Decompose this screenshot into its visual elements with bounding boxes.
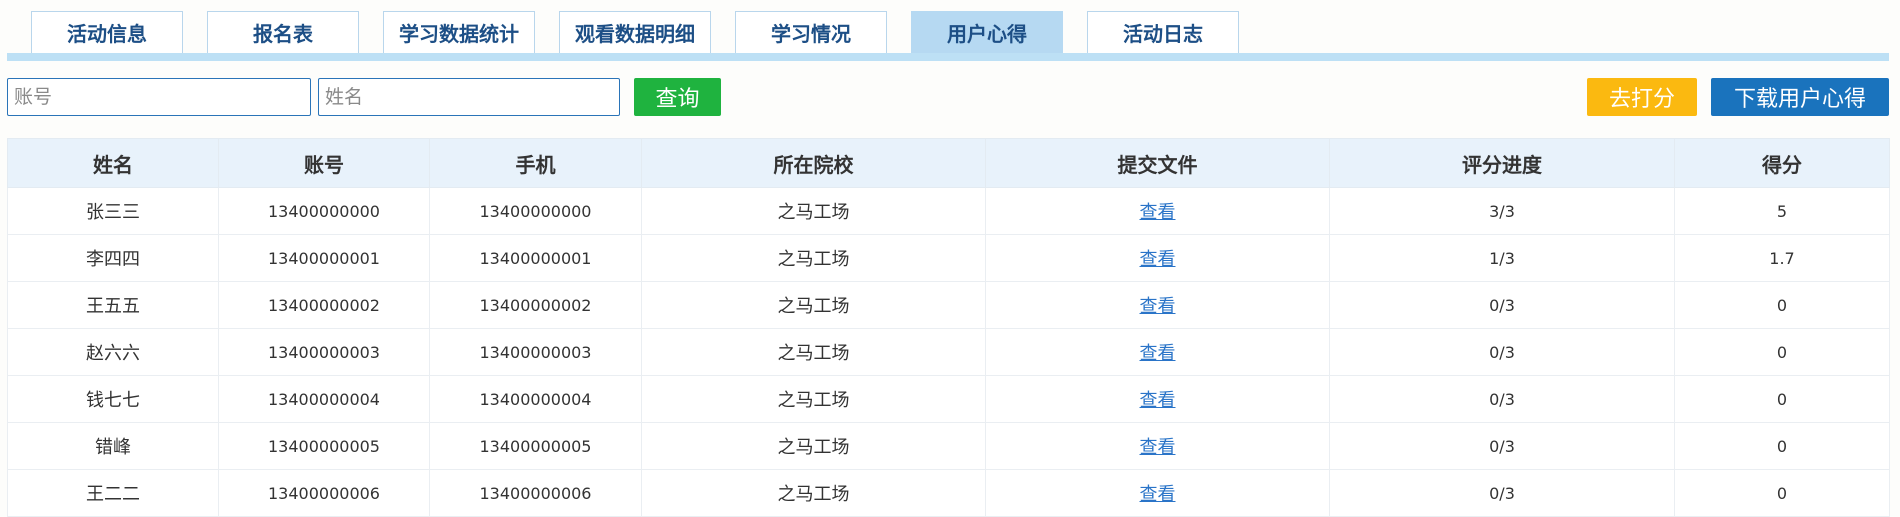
cell-file: 查看 [985,328,1330,376]
go-score-button[interactable]: 去打分 [1587,78,1697,116]
view-file-link[interactable]: 查看 [1140,202,1176,223]
view-file-link[interactable]: 查看 [1140,437,1176,458]
cell-school: 之马工场 [641,422,986,470]
table-row: 赵六六 13400000003 13400000003 之马工场 查看 0/3 … [7,328,1890,376]
cell-progress: 0/3 [1329,469,1675,517]
cell-school: 之马工场 [641,469,986,517]
tab-user-insights[interactable]: 用户心得 [911,11,1063,53]
tab-underline [7,53,1889,61]
cell-score: 0 [1674,281,1890,329]
cell-progress: 0/3 [1329,281,1675,329]
header-school: 所在院校 [641,138,986,188]
cell-file: 查看 [985,422,1330,470]
account-search-input[interactable] [7,78,311,116]
header-submitted-file: 提交文件 [985,138,1330,188]
cell-score: 0 [1674,328,1890,376]
cell-name: 张三三 [7,187,219,235]
cell-account: 13400000005 [218,422,430,470]
insights-table: 姓名 账号 手机 所在院校 提交文件 评分进度 得分 张三三 134000000… [7,138,1890,517]
header-account: 账号 [218,138,430,188]
download-insights-button[interactable]: 下载用户心得 [1711,78,1889,116]
header-phone: 手机 [429,138,642,188]
cell-file: 查看 [985,375,1330,423]
tab-bar: 活动信息 报名表 学习数据统计 观看数据明细 学习情况 用户心得 活动日志 [7,11,1889,61]
view-file-link[interactable]: 查看 [1140,390,1176,411]
cell-score: 0 [1674,469,1890,517]
cell-account: 13400000001 [218,234,430,282]
cell-school: 之马工场 [641,328,986,376]
name-search-input[interactable] [318,78,620,116]
view-file-link[interactable]: 查看 [1140,484,1176,505]
table-row: 李四四 13400000001 13400000001 之马工场 查看 1/3 … [7,234,1890,282]
table-row: 张三三 13400000000 13400000000 之马工场 查看 3/3 … [7,187,1890,235]
cell-file: 查看 [985,281,1330,329]
cell-phone: 13400000005 [429,422,642,470]
cell-progress: 0/3 [1329,328,1675,376]
cell-school: 之马工场 [641,375,986,423]
cell-account: 13400000000 [218,187,430,235]
cell-name: 王五五 [7,281,219,329]
cell-score: 1.7 [1674,234,1890,282]
cell-name: 李四四 [7,234,219,282]
tab-activity-info[interactable]: 活动信息 [31,11,183,53]
tab-activity-log[interactable]: 活动日志 [1087,11,1239,53]
toolbar: 查询 去打分 下载用户心得 [7,78,1889,118]
table-header-row: 姓名 账号 手机 所在院校 提交文件 评分进度 得分 [7,138,1890,188]
cell-account: 13400000004 [218,375,430,423]
cell-school: 之马工场 [641,234,986,282]
table-row: 王二二 13400000006 13400000006 之马工场 查看 0/3 … [7,469,1890,517]
cell-school: 之马工场 [641,187,986,235]
tab-viewing-details[interactable]: 观看数据明细 [559,11,711,53]
cell-phone: 13400000006 [429,469,642,517]
view-file-link[interactable]: 查看 [1140,296,1176,317]
table-row: 钱七七 13400000004 13400000004 之马工场 查看 0/3 … [7,375,1890,423]
cell-progress: 3/3 [1329,187,1675,235]
header-score: 得分 [1674,138,1890,188]
cell-progress: 1/3 [1329,234,1675,282]
cell-progress: 0/3 [1329,422,1675,470]
cell-progress: 0/3 [1329,375,1675,423]
cell-account: 13400000006 [218,469,430,517]
cell-name: 王二二 [7,469,219,517]
cell-score: 5 [1674,187,1890,235]
cell-phone: 13400000001 [429,234,642,282]
cell-file: 查看 [985,234,1330,282]
cell-phone: 13400000000 [429,187,642,235]
table-row: 王五五 13400000002 13400000002 之马工场 查看 0/3 … [7,281,1890,329]
header-score-progress: 评分进度 [1329,138,1675,188]
query-button[interactable]: 查询 [634,78,721,116]
cell-phone: 13400000004 [429,375,642,423]
tab-learning-stats[interactable]: 学习数据统计 [383,11,535,53]
cell-name: 错峰 [7,422,219,470]
insights-table-wrap: 姓名 账号 手机 所在院校 提交文件 评分进度 得分 张三三 134000000… [7,138,1890,517]
cell-name: 赵六六 [7,328,219,376]
cell-account: 13400000002 [218,281,430,329]
cell-file: 查看 [985,187,1330,235]
view-file-link[interactable]: 查看 [1140,343,1176,364]
cell-name: 钱七七 [7,375,219,423]
cell-phone: 13400000002 [429,281,642,329]
cell-phone: 13400000003 [429,328,642,376]
cell-file: 查看 [985,469,1330,517]
view-file-link[interactable]: 查看 [1140,249,1176,270]
table-row: 错峰 13400000005 13400000005 之马工场 查看 0/3 0 [7,422,1890,470]
cell-account: 13400000003 [218,328,430,376]
cell-score: 0 [1674,422,1890,470]
tab-registration[interactable]: 报名表 [207,11,359,53]
cell-school: 之马工场 [641,281,986,329]
tab-learning-status[interactable]: 学习情况 [735,11,887,53]
header-name: 姓名 [7,138,219,188]
cell-score: 0 [1674,375,1890,423]
